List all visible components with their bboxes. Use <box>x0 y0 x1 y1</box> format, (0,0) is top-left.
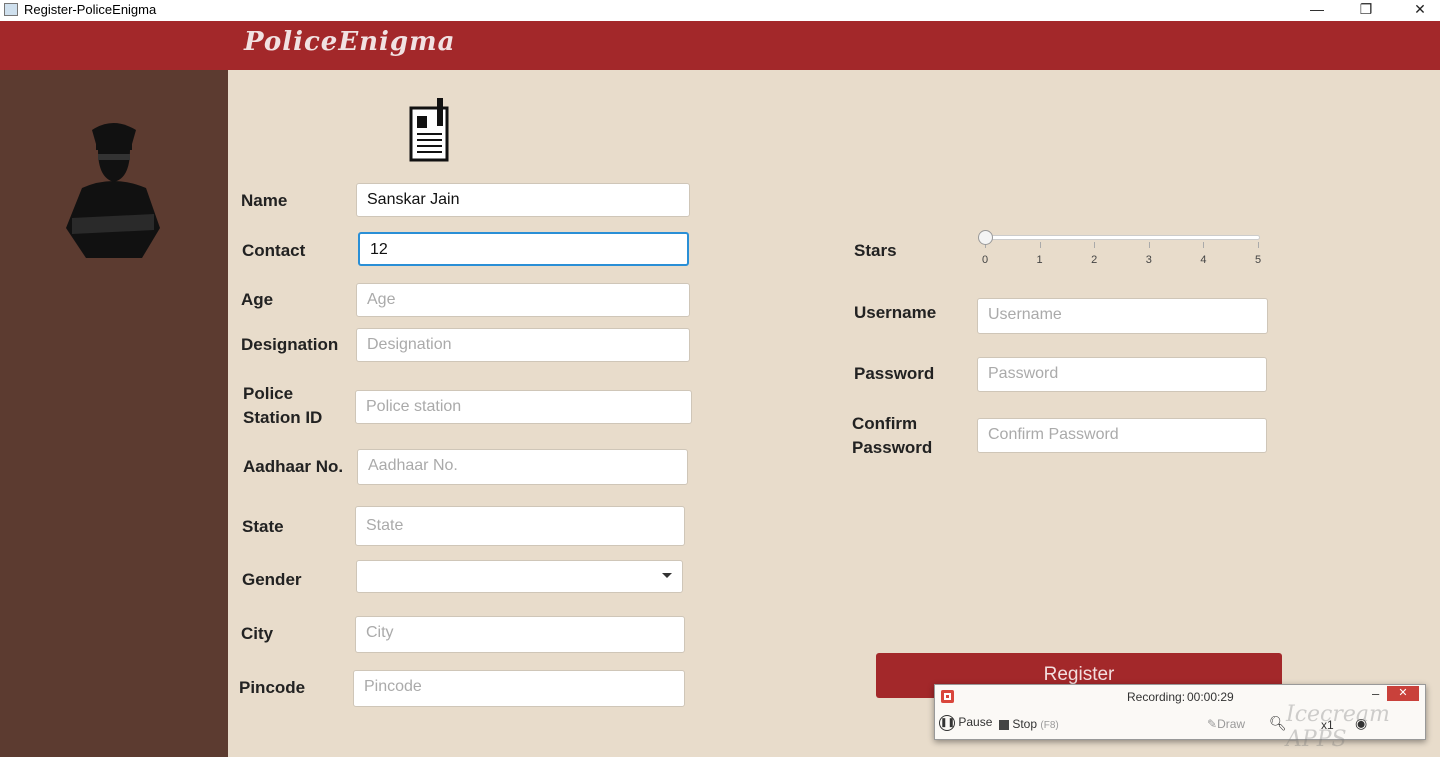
stop-shortcut: (F8) <box>1040 720 1059 731</box>
aadhaar-input[interactable]: Aadhaar No. <box>357 449 688 485</box>
pincode-label: Pincode <box>239 678 306 697</box>
title-bar: Register-PoliceEnigma — ❐ ✕ <box>0 0 1440 21</box>
age-label: Age <box>241 290 274 309</box>
restore-button[interactable]: ❐ <box>1343 0 1389 18</box>
minimize-button[interactable]: — <box>1294 0 1340 18</box>
zoom-icon[interactable]: 🔍︎ <box>1269 715 1287 732</box>
window-title: Register-PoliceEnigma <box>24 2 157 17</box>
gender-label: Gender <box>242 570 302 589</box>
record-icon <box>941 690 954 703</box>
slider-tick <box>1258 242 1259 248</box>
slider-track <box>984 235 1260 240</box>
pencil-icon: ✎ <box>1207 717 1218 731</box>
designation-label: Designation <box>241 335 339 354</box>
slider-tick-label: 1 <box>1036 254 1043 266</box>
slider-thumb[interactable] <box>978 230 993 245</box>
username-label: Username <box>854 303 937 322</box>
sidebar <box>0 70 228 757</box>
state-input[interactable]: State <box>355 506 685 546</box>
police-station-label-2: Station ID <box>243 408 323 427</box>
recorder-minimize[interactable]: – <box>1372 686 1379 701</box>
stars-slider[interactable]: 0 1 2 3 4 5 <box>978 228 1268 272</box>
pause-button[interactable]: ❚❚ Pause <box>939 715 992 731</box>
recording-status: Recording: <box>1127 690 1186 704</box>
close-button[interactable]: ✕ <box>1397 0 1440 18</box>
app-icon <box>4 3 18 16</box>
draw-button[interactable]: ✎Draw <box>1207 717 1245 731</box>
pause-label: Pause <box>958 715 993 730</box>
password-input[interactable]: Password <box>977 357 1267 392</box>
stop-icon <box>999 719 1009 730</box>
pincode-input[interactable]: Pincode <box>353 670 685 707</box>
confirm-password-label-2: Password <box>852 438 933 457</box>
state-label: State <box>242 517 284 536</box>
age-input[interactable]: Age <box>356 283 690 317</box>
watermark: Icecream APPS <box>1286 702 1390 752</box>
name-input[interactable]: Sanskar Jain <box>356 183 690 217</box>
aadhaar-label: Aadhaar No. <box>243 457 344 476</box>
contact-label: Contact <box>242 241 306 260</box>
slider-tick-label: 5 <box>1254 254 1262 266</box>
stars-label: Stars <box>854 241 897 260</box>
registration-form-icon <box>409 98 449 162</box>
slider-tick <box>1094 242 1096 248</box>
designation-input[interactable]: Designation <box>356 328 690 362</box>
police-station-label: Police <box>243 384 294 403</box>
stop-button[interactable]: Stop (F8) <box>999 717 1059 731</box>
slider-tick-label: 3 <box>1145 254 1152 266</box>
contact-input[interactable]: 12 <box>358 232 689 266</box>
pause-icon: ❚❚ <box>939 715 955 731</box>
recording-time: 00:00:29 <box>1187 690 1234 704</box>
name-label: Name <box>241 191 288 210</box>
city-label: City <box>241 624 274 643</box>
slider-tick <box>1203 242 1205 248</box>
gender-select[interactable] <box>356 560 683 593</box>
confirm-password-input[interactable]: Confirm Password <box>977 418 1267 453</box>
username-input[interactable]: Username <box>977 298 1268 334</box>
recorder-close[interactable]: ✕ <box>1387 686 1419 701</box>
slider-tick-label: 2 <box>1091 254 1098 266</box>
chevron-down-icon <box>662 573 672 578</box>
app-header: PoliceEnigma <box>0 21 1440 70</box>
slider-tick-label: 0 <box>981 254 989 266</box>
slider-tick <box>1148 242 1150 248</box>
slider-tick <box>1039 242 1041 248</box>
police-station-input[interactable]: Police station <box>355 390 692 424</box>
password-label: Password <box>854 364 935 383</box>
stop-label: Stop <box>1012 717 1038 731</box>
police-officer-icon <box>66 123 160 258</box>
city-input[interactable]: City <box>355 616 685 653</box>
slider-tick-label: 4 <box>1200 254 1207 266</box>
confirm-password-label: Confirm <box>852 414 918 433</box>
draw-label: Draw <box>1217 717 1246 731</box>
logo: PoliceEnigma <box>244 27 456 57</box>
